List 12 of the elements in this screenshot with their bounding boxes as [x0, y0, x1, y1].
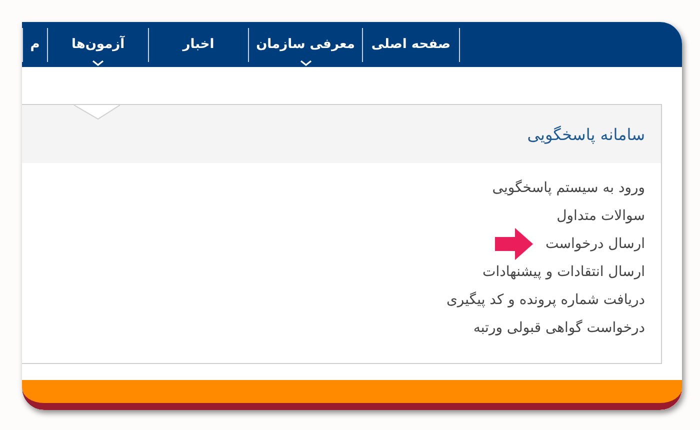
- menu-link[interactable]: دریافت شماره پرونده و کد پیگیری: [446, 292, 645, 308]
- menu-link[interactable]: ورود به سیستم پاسخگویی: [492, 180, 645, 196]
- menu-link[interactable]: ارسال انتقادات و پیشنهادات: [482, 264, 645, 280]
- nav-item[interactable]: معرفی سازمان: [248, 28, 362, 62]
- nav-item[interactable]: آزمون‌ها: [47, 28, 148, 62]
- nav-item[interactable]: م: [22, 28, 47, 62]
- menu-link[interactable]: ارسال درخواست: [545, 236, 645, 252]
- nav-item[interactable]: اخبار: [148, 28, 248, 62]
- panel-title: سامانه پاسخگویی: [527, 124, 645, 144]
- menu-link[interactable]: سوالات متداول: [556, 208, 645, 224]
- menu-link[interactable]: درخواست گواهی قبولی ورتبه: [473, 320, 645, 336]
- nav-item[interactable]: صفحه اصلی: [362, 28, 460, 62]
